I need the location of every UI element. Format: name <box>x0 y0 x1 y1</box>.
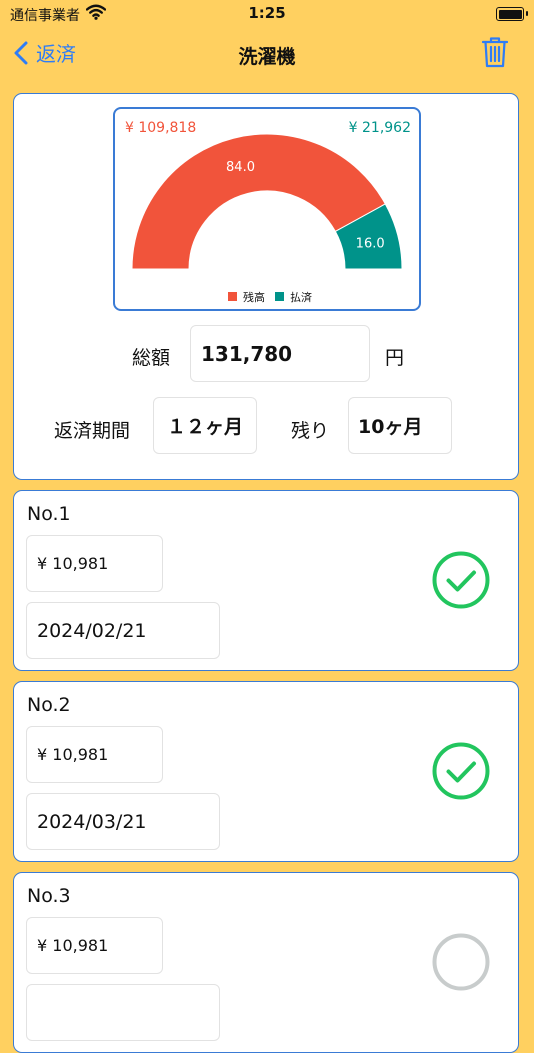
checkmark-circle-icon <box>432 742 490 800</box>
payment-date-field[interactable]: 2024/03/21 <box>26 793 220 850</box>
total-amount-value: 131,780 <box>201 341 293 366</box>
period-value: １２ヶ月 <box>166 416 243 438</box>
legend-swatch-remaining <box>228 292 237 301</box>
payment-number: No.2 <box>27 694 71 716</box>
empty-circle-icon <box>432 933 490 991</box>
payment-number: No.1 <box>27 503 71 525</box>
paid-toggle[interactable] <box>432 551 490 613</box>
trash-icon <box>481 37 509 68</box>
clock: 1:25 <box>248 4 286 22</box>
legend-label-paid: 払済 <box>290 290 312 304</box>
delete-button[interactable] <box>481 36 509 72</box>
payment-number: No.3 <box>27 885 71 907</box>
slice-label-paid: 16.0 <box>356 237 385 252</box>
chart-legend: 残高 払済 <box>228 290 312 304</box>
paid-amount-label: ¥ 21,962 <box>349 120 411 136</box>
paid-toggle[interactable] <box>432 933 490 995</box>
payment-amount-field[interactable]: ¥ 10,981 <box>26 535 163 592</box>
period-field[interactable]: １２ヶ月 <box>153 397 257 454</box>
payment-date: 2024/03/21 <box>37 810 147 833</box>
payment-date-field[interactable] <box>26 984 220 1041</box>
battery-icon <box>496 7 528 21</box>
remaining-months-value: 10ヶ月 <box>358 416 423 438</box>
payment-amount: ¥ 10,981 <box>37 554 109 573</box>
total-amount-field[interactable]: 131,780 <box>190 325 370 382</box>
payment-amount-field[interactable]: ¥ 10,981 <box>26 726 163 783</box>
remaining-months-field: 10ヶ月 <box>348 397 452 454</box>
payment-amount: ¥ 10,981 <box>37 745 109 764</box>
slice-label-remaining: 84.0 <box>226 160 255 175</box>
payment-card: No.3 ¥ 10,981 <box>13 872 519 1053</box>
remaining-amount-label: ¥ 109,818 <box>125 120 196 136</box>
payment-amount: ¥ 10,981 <box>37 936 109 955</box>
checkmark-circle-icon <box>432 551 490 609</box>
legend-label-remaining: 残高 <box>243 290 265 304</box>
period-label: 返済期間 <box>54 420 131 442</box>
remaining-label: 残り <box>291 420 330 442</box>
total-label: 総額 <box>132 347 171 369</box>
payment-date: 2024/02/21 <box>37 619 147 642</box>
payment-card: No.1 ¥ 10,981 2024/02/21 <box>13 490 519 671</box>
balance-chart: ¥ 109,818 ¥ 21,962 84.0 16.0 残高 払済 <box>113 107 421 311</box>
payment-card: No.2 ¥ 10,981 2024/03/21 <box>13 681 519 862</box>
loan-summary-card: ¥ 109,818 ¥ 21,962 84.0 16.0 残高 払済 総額 131… <box>13 93 519 480</box>
total-unit: 円 <box>385 347 405 369</box>
navigation-bar: 返済 洗濯機 <box>0 30 534 80</box>
page-title: 洗濯機 <box>238 46 296 68</box>
legend-swatch-paid <box>275 292 284 301</box>
paid-toggle[interactable] <box>432 742 490 804</box>
status-bar: 通信事業者 1:25 <box>0 0 534 30</box>
payment-amount-field[interactable]: ¥ 10,981 <box>26 917 163 974</box>
payment-date-field[interactable]: 2024/02/21 <box>26 602 220 659</box>
